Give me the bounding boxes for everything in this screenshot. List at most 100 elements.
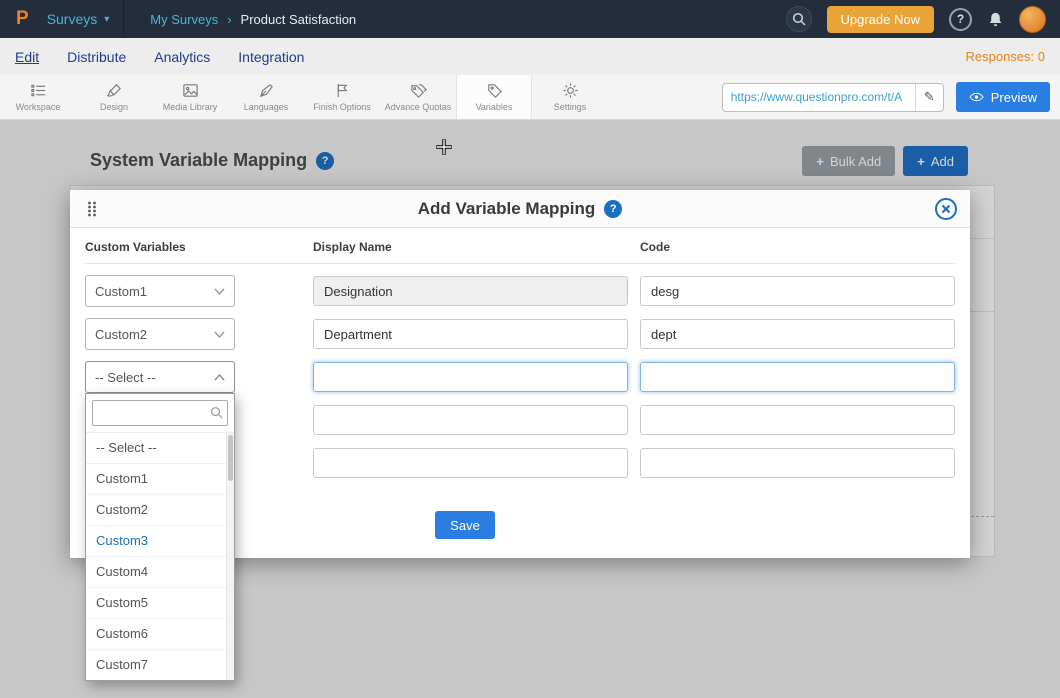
- notifications-button[interactable]: [987, 11, 1004, 28]
- toolbar-item-label: Variables: [476, 102, 513, 112]
- chevron-down-icon: [214, 288, 225, 295]
- pen-icon: [258, 82, 275, 99]
- custom-variable-select[interactable]: Custom2: [85, 318, 235, 350]
- modal-help-icon[interactable]: ?: [604, 200, 622, 218]
- code-input[interactable]: [640, 276, 955, 306]
- dropdown-search-input[interactable]: [92, 400, 228, 426]
- preview-button[interactable]: Preview: [956, 82, 1050, 112]
- edit-toolbar: Workspace Design Media Library Languages…: [0, 75, 1060, 120]
- tag-icon: [486, 82, 503, 99]
- column-header-custom-variables: Custom Variables: [85, 240, 301, 254]
- dropdown-option[interactable]: Custom6: [86, 618, 234, 649]
- scrollbar-thumb[interactable]: [228, 435, 233, 481]
- save-button[interactable]: Save: [435, 511, 495, 539]
- drag-handle-icon[interactable]: [87, 201, 97, 220]
- dropdown-option[interactable]: Custom2: [86, 494, 234, 525]
- dropdown-option[interactable]: Custom1: [86, 463, 234, 494]
- toolbar-item-label: Design: [100, 102, 128, 112]
- mapping-row: -- Select -- -- Select -- Custom1 Custom…: [85, 361, 955, 393]
- modal-body: Custom Variables Display Name Code Custo…: [70, 228, 970, 539]
- brush-icon: [106, 82, 123, 99]
- code-input[interactable]: [640, 405, 955, 435]
- custom-variable-dropdown: -- Select -- Custom1 Custom2 Custom3 Cus…: [85, 393, 235, 681]
- custom-variable-select-open[interactable]: -- Select --: [85, 361, 235, 393]
- eye-icon: [969, 92, 984, 102]
- topbar-actions: Upgrade Now ?: [786, 6, 1049, 33]
- top-navbar: P Surveys ▾ My Surveys › Product Satisfa…: [0, 0, 1060, 38]
- tab-edit[interactable]: Edit: [15, 49, 39, 65]
- toolbar-item-label: Finish Options: [313, 102, 371, 112]
- display-name-input[interactable]: [313, 448, 628, 478]
- search-icon: [210, 406, 223, 419]
- toolbar-item-languages[interactable]: Languages: [228, 75, 304, 119]
- modal-title: Add Variable Mapping: [418, 199, 596, 219]
- toolbar-item-label: Languages: [244, 102, 289, 112]
- survey-url-input[interactable]: [723, 90, 915, 104]
- select-value: -- Select --: [95, 370, 156, 385]
- help-button[interactable]: ?: [949, 8, 972, 31]
- code-input[interactable]: [640, 319, 955, 349]
- image-icon: [182, 82, 199, 99]
- avatar[interactable]: [1019, 6, 1046, 33]
- select-value: Custom2: [95, 327, 147, 342]
- close-icon[interactable]: [935, 198, 957, 220]
- toolbar-item-media-library[interactable]: Media Library: [152, 75, 228, 119]
- code-input[interactable]: [640, 448, 955, 478]
- search-button[interactable]: [786, 6, 812, 32]
- upgrade-now-button[interactable]: Upgrade Now: [827, 6, 935, 33]
- toolbar-item-design[interactable]: Design: [76, 75, 152, 119]
- breadcrumb-my-surveys[interactable]: My Surveys: [150, 12, 218, 27]
- chevron-down-icon: ▾: [104, 14, 109, 25]
- breadcrumb: My Surveys › Product Satisfaction: [150, 12, 356, 27]
- dropdown-option[interactable]: Custom4: [86, 556, 234, 587]
- chevron-down-icon: [214, 331, 225, 338]
- survey-tabbar: Edit Distribute Analytics Integration Re…: [0, 38, 1060, 75]
- add-variable-mapping-modal: Add Variable Mapping ? Custom Variables …: [70, 190, 970, 558]
- modal-title-group: Add Variable Mapping ?: [418, 199, 623, 219]
- display-name-input[interactable]: [313, 362, 628, 392]
- responses-count: Responses: 0: [966, 49, 1046, 64]
- surveys-menu-label: Surveys: [47, 11, 98, 27]
- chevron-up-icon: [214, 374, 225, 381]
- app-window: P Surveys ▾ My Surveys › Product Satisfa…: [0, 0, 1060, 698]
- breadcrumb-current-survey: Product Satisfaction: [241, 12, 357, 27]
- modal-header: Add Variable Mapping ?: [70, 190, 970, 228]
- tab-analytics[interactable]: Analytics: [154, 49, 210, 65]
- dropdown-options: -- Select -- Custom1 Custom2 Custom3 Cus…: [86, 433, 234, 680]
- mapping-row: Custom2: [85, 318, 955, 350]
- toolbar-item-workspace[interactable]: Workspace: [0, 75, 76, 119]
- tab-distribute[interactable]: Distribute: [67, 49, 126, 65]
- workspace-list-icon: [30, 82, 47, 99]
- column-headers: Custom Variables Display Name Code: [85, 240, 955, 264]
- display-name-input[interactable]: [313, 276, 628, 306]
- dropdown-option[interactable]: Custom7: [86, 649, 234, 680]
- tags-icon: [410, 82, 427, 99]
- survey-url-box: ✎: [722, 83, 944, 112]
- dropdown-option[interactable]: -- Select --: [86, 433, 234, 463]
- edit-url-button[interactable]: ✎: [915, 83, 943, 112]
- toolbar-item-variables[interactable]: Variables: [456, 75, 532, 119]
- dropdown-option-highlighted[interactable]: Custom3: [86, 525, 234, 556]
- toolbar-item-finish-options[interactable]: Finish Options: [304, 75, 380, 119]
- custom-variable-select[interactable]: Custom1: [85, 275, 235, 307]
- question-mark-icon: ?: [957, 12, 964, 26]
- breadcrumb-separator: ›: [227, 12, 231, 27]
- select-value: Custom1: [95, 284, 147, 299]
- code-input[interactable]: [640, 362, 955, 392]
- dropdown-option[interactable]: Custom5: [86, 587, 234, 618]
- toolbar-item-advance-quotas[interactable]: Advance Quotas: [380, 75, 456, 119]
- toolbar-item-label: Workspace: [16, 102, 61, 112]
- gear-icon: [562, 82, 579, 99]
- questionpro-logo[interactable]: P: [16, 8, 29, 30]
- display-name-input[interactable]: [313, 319, 628, 349]
- pencil-icon: ✎: [924, 89, 935, 105]
- tab-integration[interactable]: Integration: [238, 49, 304, 65]
- toolbar-item-label: Settings: [554, 102, 587, 112]
- bell-icon: [987, 11, 1004, 28]
- mapping-row: Custom1: [85, 275, 955, 307]
- surveys-menu[interactable]: Surveys ▾: [33, 0, 125, 38]
- dropdown-search: [86, 394, 234, 433]
- display-name-input[interactable]: [313, 405, 628, 435]
- flag-icon: [334, 82, 351, 99]
- toolbar-item-settings[interactable]: Settings: [532, 75, 608, 119]
